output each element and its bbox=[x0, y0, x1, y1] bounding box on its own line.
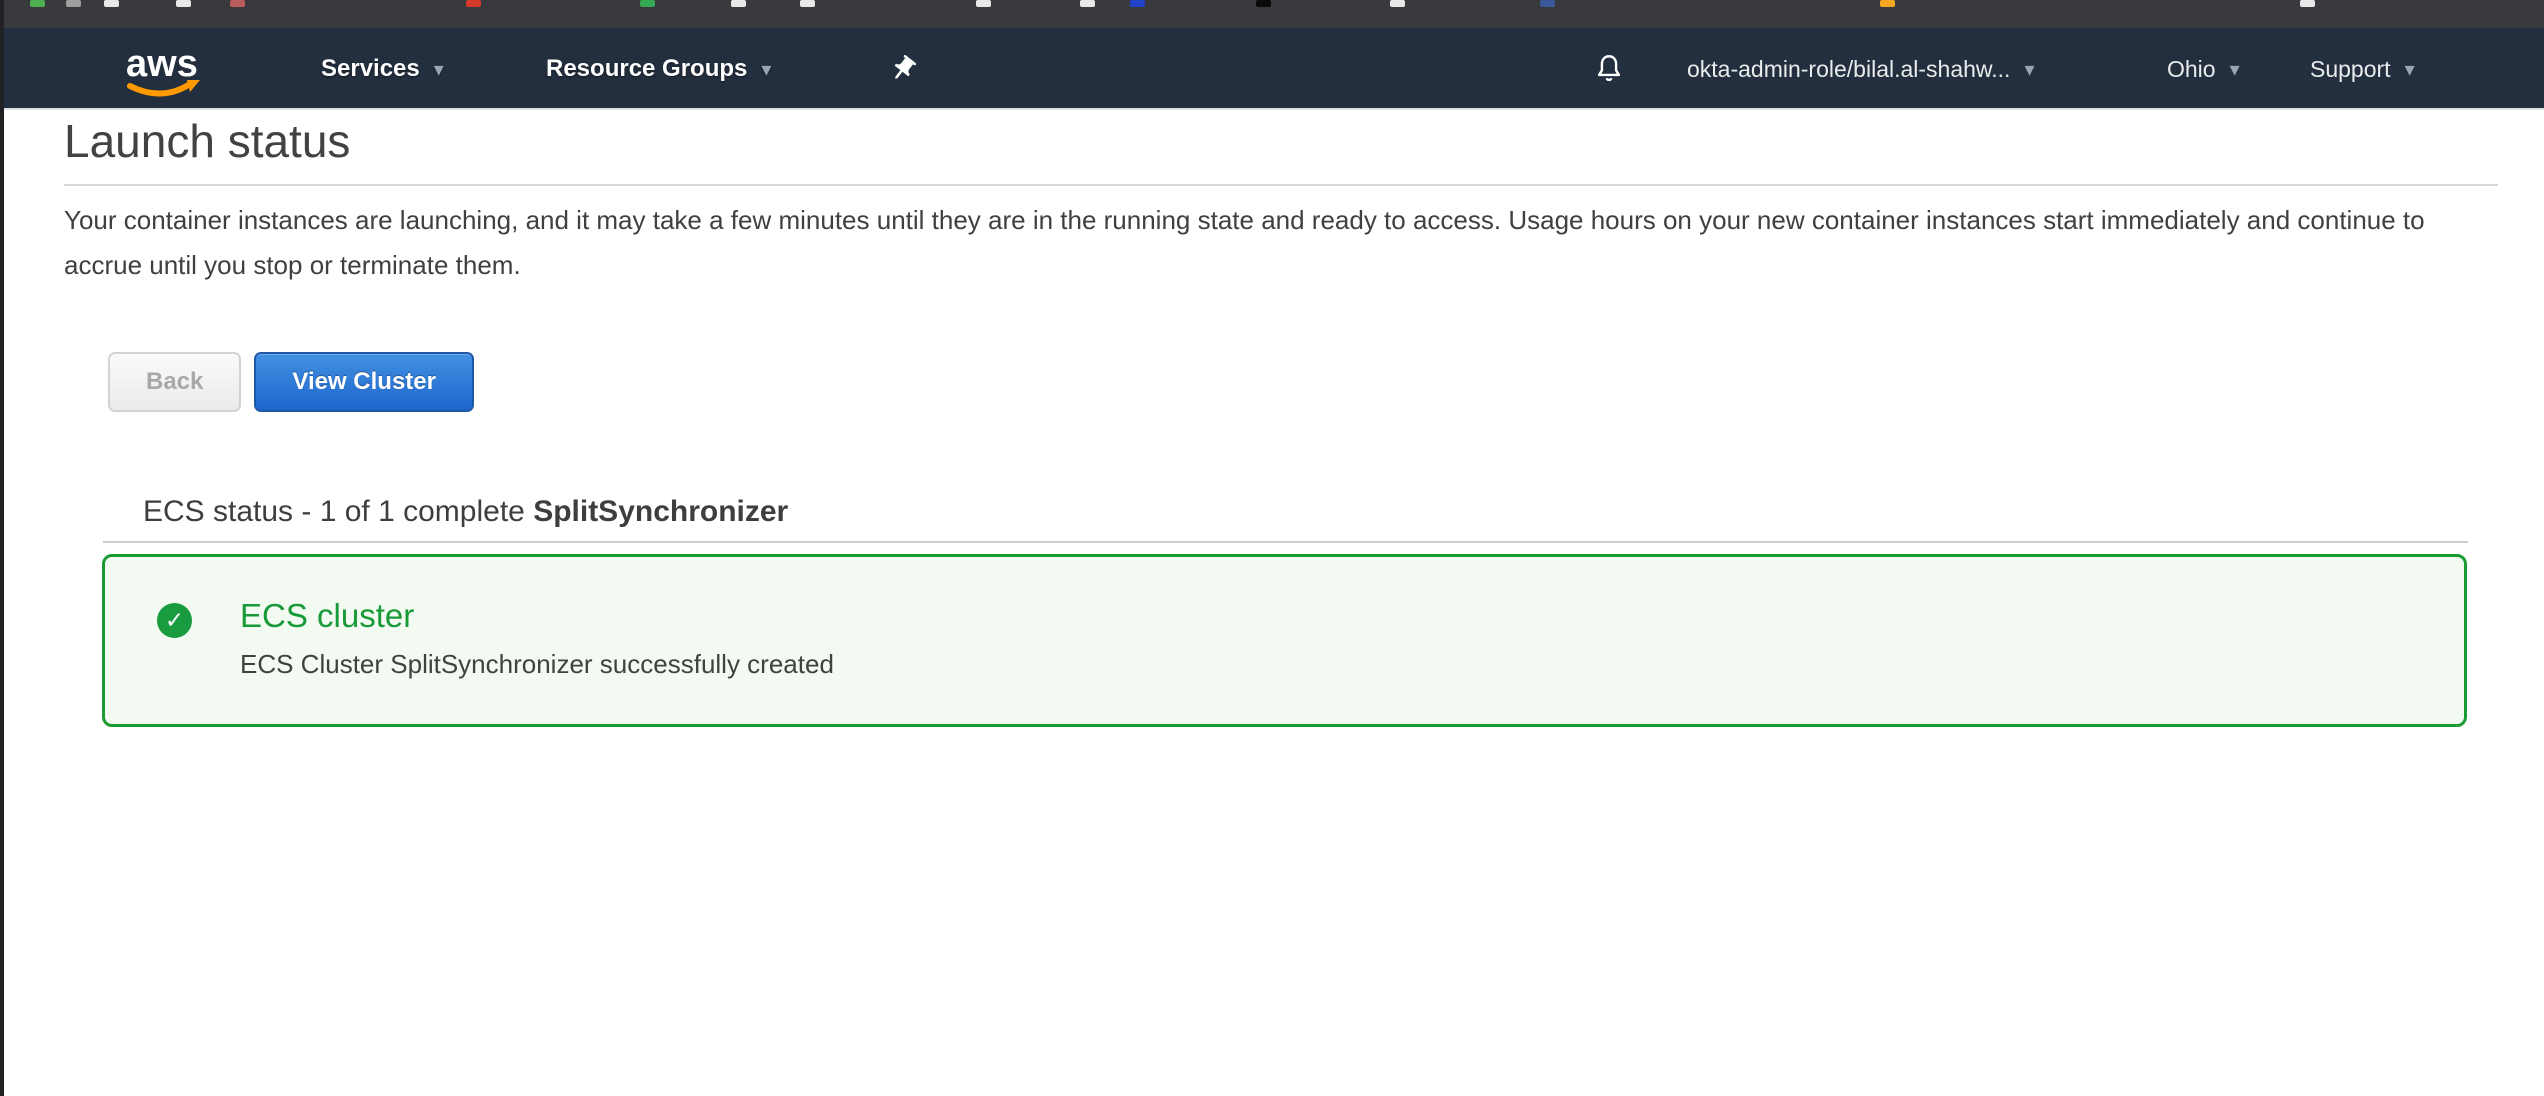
nav-services[interactable]: Services ▾ bbox=[321, 28, 444, 110]
nav-resource-groups-label: Resource Groups bbox=[546, 55, 747, 83]
account-menu-label: okta-admin-role/bilal.al-shahw... bbox=[1687, 56, 2010, 83]
success-card-message: ECS Cluster SplitSynchronizer successful… bbox=[240, 649, 834, 680]
browser-tab-favicon[interactable] bbox=[1540, 0, 1555, 7]
nav-services-label: Services bbox=[321, 55, 420, 83]
aws-logo[interactable]: aws bbox=[118, 40, 214, 98]
browser-tab-favicon[interactable] bbox=[1130, 0, 1145, 7]
chevron-down-icon: ▾ bbox=[2405, 60, 2415, 80]
browser-tab-favicon[interactable] bbox=[1880, 0, 1895, 7]
browser-tab-favicon[interactable] bbox=[104, 0, 119, 7]
support-menu-label: Support bbox=[2310, 56, 2391, 83]
browser-tab-favicon[interactable] bbox=[1390, 0, 1405, 7]
page-title: Launch status bbox=[64, 114, 350, 168]
notifications-button[interactable] bbox=[1592, 28, 1626, 110]
aws-navbar: aws Services ▾ Resource Groups ▾ okta-ad… bbox=[0, 28, 2544, 110]
browser-tab-favicon[interactable] bbox=[66, 0, 81, 7]
action-button-row: Back View Cluster bbox=[108, 352, 474, 412]
browser-tab-favicon[interactable] bbox=[1080, 0, 1095, 7]
chevron-down-icon: ▾ bbox=[761, 60, 771, 80]
pin-shortcut-button[interactable] bbox=[888, 28, 918, 110]
ecs-status-divider bbox=[103, 541, 2468, 543]
region-menu-label: Ohio bbox=[2167, 56, 2216, 83]
launch-status-description: Your container instances are launching, … bbox=[64, 198, 2494, 288]
browser-tab-favicon[interactable] bbox=[176, 0, 191, 7]
bell-icon bbox=[1592, 51, 1626, 87]
browser-tab-favicon[interactable] bbox=[466, 0, 481, 7]
chevron-down-icon: ▾ bbox=[434, 60, 444, 80]
account-menu[interactable]: okta-admin-role/bilal.al-shahw... ▾ bbox=[1687, 28, 2034, 110]
screen-left-edge bbox=[0, 0, 4, 1096]
browser-tab-strip bbox=[0, 0, 2544, 28]
browser-tab-favicon[interactable] bbox=[230, 0, 245, 7]
title-divider bbox=[64, 184, 2498, 186]
region-menu[interactable]: Ohio ▾ bbox=[2167, 28, 2240, 110]
ecs-status-cluster-name: SplitSynchronizer bbox=[533, 495, 788, 528]
browser-tab-favicon[interactable] bbox=[800, 0, 815, 7]
success-card: ✓ ECS cluster ECS Cluster SplitSynchroni… bbox=[102, 554, 2467, 727]
pushpin-icon bbox=[888, 54, 918, 84]
browser-tab-favicon[interactable] bbox=[1256, 0, 1271, 7]
ecs-status-heading-prefix: ECS status - 1 of 1 complete bbox=[143, 495, 533, 528]
success-check-icon: ✓ bbox=[157, 603, 192, 638]
chevron-down-icon: ▾ bbox=[2024, 60, 2034, 80]
chevron-down-icon: ▾ bbox=[2230, 60, 2240, 80]
browser-tab-favicon[interactable] bbox=[640, 0, 655, 7]
support-menu[interactable]: Support ▾ bbox=[2310, 28, 2415, 110]
ecs-status-heading: ECS status - 1 of 1 complete SplitSynchr… bbox=[143, 495, 788, 529]
success-card-title: ECS cluster bbox=[240, 597, 414, 635]
nav-resource-groups[interactable]: Resource Groups ▾ bbox=[546, 28, 771, 110]
browser-tab-favicon[interactable] bbox=[2300, 0, 2315, 7]
browser-tab-favicon[interactable] bbox=[976, 0, 991, 7]
view-cluster-button[interactable]: View Cluster bbox=[254, 352, 474, 412]
browser-tab-favicon[interactable] bbox=[731, 0, 746, 7]
back-button[interactable]: Back bbox=[108, 352, 241, 412]
svg-text:aws: aws bbox=[126, 43, 198, 85]
browser-tab-favicon[interactable] bbox=[30, 0, 45, 7]
